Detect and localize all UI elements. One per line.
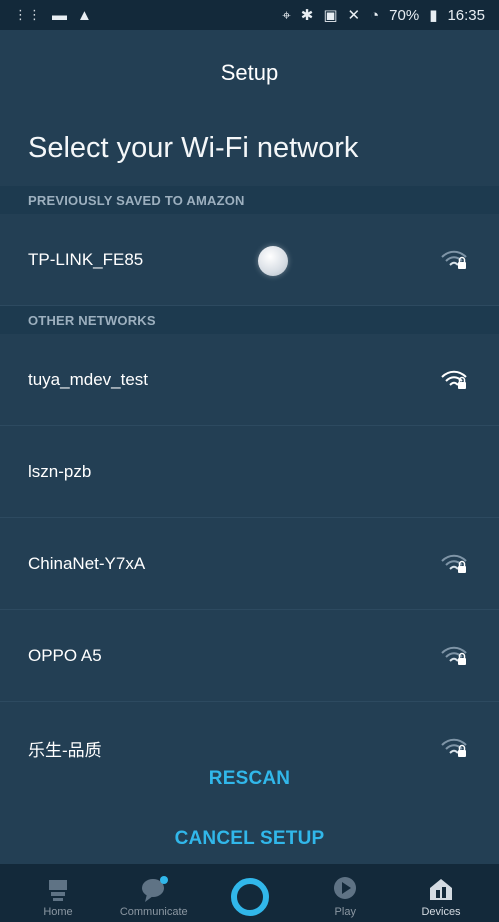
nav-devices[interactable]: Devices [395,864,487,918]
network-row-chinanet[interactable]: ChinaNet-Y7xA [0,518,499,610]
network-row-lszn[interactable]: lszn-pzb [0,426,499,518]
nav-alexa[interactable] [204,864,296,918]
video-icon: ▬ [52,6,67,24]
cancel-setup-button[interactable]: CANCEL SETUP [0,828,499,850]
touch-indicator [258,246,288,276]
section-header-saved: PREVIOUSLY SAVED TO AMAZON [0,186,499,214]
network-row-oppo[interactable]: OPPO A5 [0,610,499,702]
page-heading: Select your Wi-Fi network [28,132,359,164]
nav-home-label: Home [43,906,73,918]
wifi-lock-icon [441,554,467,573]
network-name: OPPO A5 [28,645,102,665]
signal-dots-icon: ⋮⋮ [14,7,42,22]
clock: 16:35 [447,6,485,24]
nav-devices-label: Devices [421,906,461,918]
wifi-lock-icon [441,370,467,389]
network-name: lszn-pzb [28,461,92,481]
wifi-status-icon: ◔ [370,6,380,24]
location-icon: ⌖ [282,6,291,24]
wifi-lock-icon [441,738,467,757]
alexa-ring-icon [230,878,269,916]
chat-icon [141,876,168,902]
battery-text: 70% [389,6,420,24]
devices-icon [430,879,452,900]
network-row-tp-link[interactable]: TP-LINK_FE85 [0,214,499,306]
network-row-tuya[interactable]: tuya_mdev_test [0,334,499,426]
rescan-button[interactable]: RESCAN [0,768,499,790]
status-right-icons: ⌖ ✱ ▣ ✕ ◔ 70% ▮ 16:35 [282,6,485,25]
status-left-icons: ⋮⋮ ▬ ▲ [14,7,92,24]
nfc-icon: ▣ [323,7,338,24]
nav-communicate[interactable]: Communicate [108,864,200,918]
wifi-lock-icon [441,646,467,665]
nav-home[interactable]: Home [12,864,104,918]
header-title: Setup [220,60,279,85]
mute-icon: ✕ [347,7,361,24]
nav-communicate-label: Communicate [119,906,188,918]
app-header: Setup [0,30,499,120]
bottom-navigation: Home Communicate Play Devices [0,864,499,922]
network-name: 乐生-品质 [28,740,102,760]
play-icon [334,877,357,899]
bluetooth-icon: ✱ [300,7,314,24]
network-name: tuya_mdev_test [28,369,149,389]
nav-play-label: Play [334,906,356,918]
warning-icon: ▲ [77,6,92,24]
network-name: ChinaNet-Y7xA [28,553,146,573]
wifi-lock-icon [441,250,467,269]
home-icon [49,880,67,901]
section-header-other: OTHER NETWORKS [0,306,499,334]
status-bar: ⋮⋮ ▬ ▲ ⌖ ✱ ▣ ✕ ◔ 70% ▮ 16:35 [0,0,499,30]
network-name: TP-LINK_FE85 [28,249,144,269]
battery-icon: ▮ [429,7,438,24]
nav-play[interactable]: Play [299,864,391,918]
